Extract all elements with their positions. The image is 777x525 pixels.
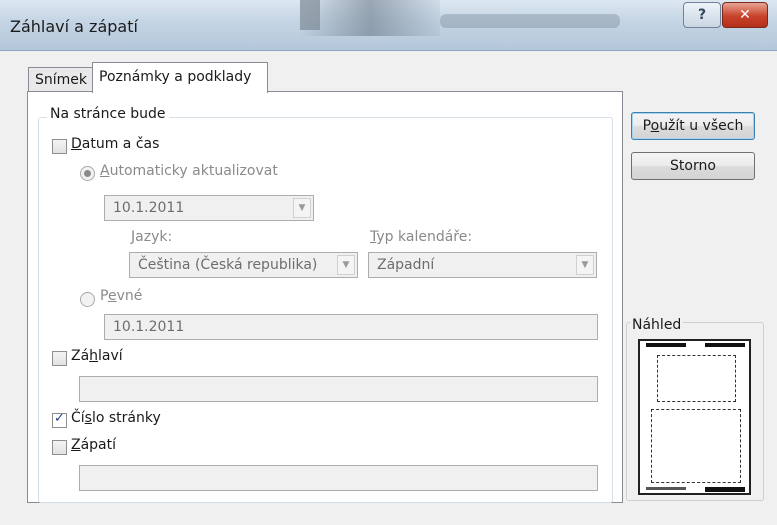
header-checkbox[interactable]: [52, 351, 67, 366]
language-value: Čeština (Česká republika): [138, 257, 318, 273]
group-label: Na stránce bude: [47, 106, 169, 122]
title-bar[interactable]: Záhlaví a zápatí ? ✕: [0, 0, 777, 51]
window-title: Záhlaví a zápatí: [10, 17, 138, 36]
slide-number-checkbox[interactable]: [52, 411, 67, 428]
background-blur: [300, 0, 440, 36]
close-icon: ✕: [739, 7, 751, 23]
footer-label[interactable]: Zápatí: [71, 437, 116, 453]
slide-number-label[interactable]: Číslo stránky: [71, 410, 161, 426]
preview-footer-left-bar: [646, 487, 686, 490]
footer-input[interactable]: [79, 465, 598, 491]
fixed-date-input[interactable]: 10.1.2011: [104, 314, 598, 340]
close-button[interactable]: ✕: [722, 2, 768, 28]
background-blur: [300, 0, 320, 30]
header-input[interactable]: [79, 376, 598, 402]
auto-update-radio[interactable]: [80, 166, 95, 181]
chevron-down-icon[interactable]: ▼: [293, 198, 311, 218]
preview-page-number-bar: [705, 487, 745, 492]
help-icon: ?: [697, 7, 707, 23]
chevron-down-icon[interactable]: ▼: [576, 255, 594, 275]
fixed-date-value: 10.1.2011: [113, 319, 185, 335]
auto-date-value: 10.1.2011: [113, 200, 185, 216]
fixed-radio[interactable]: [80, 292, 95, 307]
footer-checkbox[interactable]: [52, 440, 67, 455]
preview-header-left-bar: [646, 343, 686, 347]
tab-poznamky-a-podklady[interactable]: Poznámky a podklady: [92, 62, 268, 93]
preview-header-right-bar: [705, 343, 745, 347]
cancel-button[interactable]: Storno: [631, 152, 755, 180]
apply-to-all-button[interactable]: Použít u všech: [631, 112, 755, 140]
preview-notes-placeholder: [651, 409, 741, 483]
language-select[interactable]: Čeština (Česká republika) ▼: [129, 252, 358, 278]
datetime-checkbox[interactable]: [52, 139, 67, 154]
background-blur: [440, 14, 620, 28]
preview-slide-placeholder: [657, 355, 736, 402]
preview-label: Náhled: [630, 317, 684, 333]
auto-date-select[interactable]: 10.1.2011 ▼: [104, 195, 314, 221]
tab-snimek[interactable]: Snímek: [28, 67, 94, 92]
calendar-type-label: Typ kalendáře:: [370, 229, 473, 245]
auto-update-label[interactable]: Automaticky aktualizovat: [100, 163, 278, 179]
help-button[interactable]: ?: [683, 2, 721, 28]
chevron-down-icon[interactable]: ▼: [337, 255, 355, 275]
datetime-label[interactable]: Datum a čas: [71, 136, 159, 152]
language-label: Jazyk:: [131, 229, 173, 245]
calendar-type-select[interactable]: Západní ▼: [368, 252, 597, 278]
header-label[interactable]: Záhlaví: [71, 348, 123, 364]
calendar-type-value: Západní: [377, 257, 435, 273]
fixed-label[interactable]: Pevné: [100, 288, 142, 304]
